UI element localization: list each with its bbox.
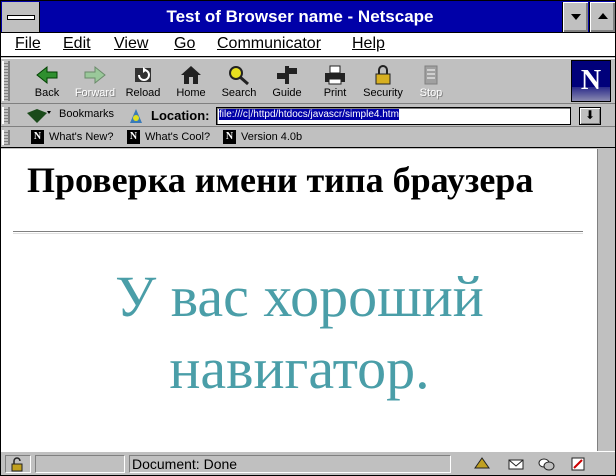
printer-icon <box>325 65 345 85</box>
page-heading: Проверка имени типа браузера <box>27 160 534 200</box>
home-icon <box>181 66 201 84</box>
status-text: Document: Done <box>129 455 451 473</box>
reload-icon <box>135 67 151 82</box>
title-bar: Test of Browser name - Netscape <box>1 1 615 33</box>
back-button[interactable]: Back <box>23 61 71 103</box>
security-button[interactable]: Security <box>359 61 407 103</box>
status-bar: Document: Done <box>1 451 615 475</box>
location-toolbar: Bookmarks Location: file:///c|/httpd/htd… <box>1 105 615 127</box>
version-label: Version 4.0b <box>241 130 303 143</box>
bookmarks-icon[interactable] <box>25 107 53 125</box>
window-title: Test of Browser name - Netscape <box>166 7 434 26</box>
back-label: Back <box>34 87 60 99</box>
system-menu-icon <box>7 15 35 20</box>
menu-communicator-label: Communicator <box>217 35 322 52</box>
forward-arrow-icon <box>84 65 106 85</box>
print-label: Print <box>323 87 347 99</box>
home-button[interactable]: Home <box>167 61 215 103</box>
personal-toolbar-grip[interactable] <box>2 130 10 145</box>
home-label: Home <box>176 87 206 99</box>
horizontal-rule <box>13 231 583 234</box>
reload-label: Reload <box>125 87 161 99</box>
page-content: Проверка имени типа браузера У вас хорош… <box>1 149 598 451</box>
stop-button[interactable]: Stop <box>407 61 455 103</box>
menu-go[interactable]: Go <box>174 35 195 53</box>
netscape-bookmark-icon: N <box>31 130 44 144</box>
maximize-button[interactable] <box>589 2 615 32</box>
reload-button[interactable]: Reload <box>119 61 167 103</box>
location-toolbar-grip[interactable] <box>2 107 10 124</box>
netscape-n-icon: N <box>580 65 602 96</box>
whats-new-link[interactable]: N What's New? <box>31 130 113 144</box>
security-status[interactable] <box>5 455 31 473</box>
vertical-scroll-area <box>598 149 615 451</box>
component-bar <box>455 454 611 474</box>
location-label: Location: <box>151 108 210 123</box>
menu-edit[interactable]: Edit <box>63 35 91 53</box>
minimize-button[interactable] <box>562 2 588 32</box>
personal-toolbar: N What's New? N What's Cool? N Version 4.0b <box>1 128 615 148</box>
netscape-bookmark-icon: N <box>223 130 236 144</box>
composer-component-icon[interactable] <box>569 456 587 472</box>
stop-icon <box>424 65 438 85</box>
navigator-component-icon[interactable] <box>473 456 491 472</box>
menu-help[interactable]: Help <box>352 35 385 53</box>
guide-button[interactable]: Guide <box>263 61 311 103</box>
version-link[interactable]: N Version 4.0b <box>223 130 302 144</box>
arrow-down-icon: ⬇ <box>584 108 596 122</box>
menu-view[interactable]: View <box>114 35 148 53</box>
location-dropdown-button[interactable]: ⬇ <box>579 107 601 125</box>
whats-cool-label: What's Cool? <box>145 130 211 143</box>
message-line-1: У вас хороший <box>115 264 484 329</box>
whats-cool-link[interactable]: N What's Cool? <box>127 130 210 144</box>
netscape-bookmark-icon: N <box>127 130 140 144</box>
triangle-down-icon <box>571 14 581 20</box>
menu-view-label: View <box>114 35 149 52</box>
security-label: Security <box>363 87 403 99</box>
print-button[interactable]: Print <box>311 61 359 103</box>
discussions-component-icon[interactable] <box>537 456 555 472</box>
forward-button[interactable]: Forward <box>71 61 119 103</box>
menu-file[interactable]: File <box>15 35 41 53</box>
toolbar-grip[interactable] <box>2 61 10 101</box>
browser-message: У вас хороший навигатор. <box>1 261 597 405</box>
mail-component-icon[interactable] <box>507 456 525 472</box>
page-proxy-icon[interactable] <box>127 107 145 125</box>
location-url-field[interactable]: file:///c|/httpd/htdocs/javascr/simple4.… <box>216 107 571 125</box>
stop-label: Stop <box>419 87 443 99</box>
menu-bar: File Edit View Go Communicator Help <box>1 33 615 57</box>
menu-edit-label: Edit <box>63 35 91 52</box>
netscape-logo[interactable]: N <box>571 60 611 102</box>
padlock-status-icon <box>11 457 23 472</box>
guide-icon <box>277 66 297 84</box>
whats-new-label: What's New? <box>49 130 114 143</box>
message-line-2: навигатор. <box>169 336 430 401</box>
menu-communicator[interactable]: Communicator <box>217 35 321 53</box>
navigation-toolbar: Back Forward Reload Home Search Guide Pr… <box>1 58 615 104</box>
back-arrow-icon <box>36 65 58 85</box>
menu-help-label: Help <box>352 35 385 52</box>
search-button[interactable]: Search <box>215 61 263 103</box>
bookmarks-button[interactable]: Bookmarks <box>59 108 114 120</box>
search-icon <box>229 66 249 86</box>
menu-file-label: File <box>15 35 41 52</box>
forward-label: Forward <box>74 87 116 99</box>
guide-label: Guide <box>272 87 302 99</box>
system-menu-button[interactable] <box>2 2 40 32</box>
search-label: Search <box>221 87 257 99</box>
triangle-up-icon <box>598 13 608 19</box>
menu-go-label: Go <box>174 35 196 52</box>
location-url-text: file:///c|/httpd/htdocs/javascr/simple4.… <box>219 109 399 120</box>
lock-icon <box>375 65 391 85</box>
browser-window: Test of Browser name - Netscape File Edi… <box>0 0 616 476</box>
progress-indicator <box>35 455 125 473</box>
